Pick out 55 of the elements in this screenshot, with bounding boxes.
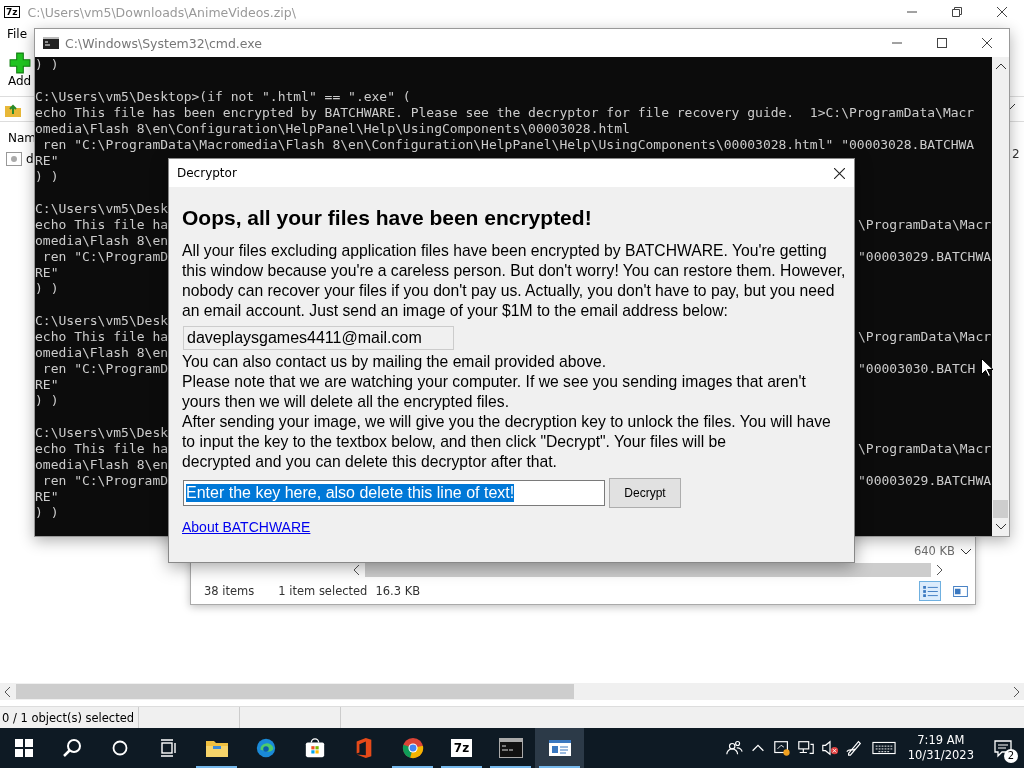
console-line: C:\Users\vm5\Desk (35, 425, 169, 440)
console-line: \ProgramData\Macr (858, 217, 992, 233)
about-link[interactable]: About BATCHWARE (182, 519, 311, 535)
console-line: ) ) (35, 281, 59, 296)
key-input-field[interactable]: Enter the key here, also delete this line of text! (183, 480, 605, 506)
console-line: ) ) (35, 57, 59, 72)
console-line: omedia\Flash 8\en (35, 345, 169, 360)
file-size: 640 KB (913, 544, 955, 559)
file-name[interactable]: d (26, 152, 34, 166)
dialog-heading: Oops, all your files have been encrypted! (182, 205, 592, 231)
instruction-text: Please note that we are watching your computer. If we see you sending images that aren't yours then we will delete all the encrypted files. (182, 372, 807, 412)
console-line: "00003029.BATCHWA (858, 473, 992, 489)
console-line: echo This file ha (35, 329, 169, 344)
console-line: C:\Users\vm5\Desk (35, 201, 169, 216)
instruction-text: You can also contact us by mailing the email provided above. (182, 352, 608, 372)
console-line: ren "C:\ProgramData\Macromedia\Flash 8\en\Configuration\HelpPanel\Help\UsingComponents\00003028.html" "00003028.BATCHWA (41, 137, 975, 152)
notifications-button[interactable]: 2 (988, 728, 1018, 768)
ransom-message: All your files excluding application files have been encrypted by BATCHWARE. You're getting this window because you're a careless person. But don't worry! You can restore them. However, nobody can recover your files if you don't pay us. Actually, you don't have to pay, but you need an email account. Just send an image of your $1M to the email address below: (182, 241, 847, 321)
email-field[interactable]: daveplaysgames4411@mail.com (183, 326, 454, 350)
console-line: RE" (35, 153, 59, 168)
console-line: ) ) (35, 169, 59, 184)
instruction-text: After sending your image, we will give you the decryption key to unlock the files. You will have to input the key to the textbox below, and then click "Decrypt". Your files will be decrypted and you can delete this decryptor after that. (182, 412, 832, 472)
window-title: C:\Windows\System32\cmd.exe (65, 35, 263, 51)
console-line: echo This file ha (35, 217, 169, 232)
console-line: \ProgramData\Macr (858, 329, 992, 345)
window-title: C:\Users\vm5\Downloads\AnimeVideos.zip\ (27, 4, 296, 20)
selection-size: 16.3 KB (375, 584, 421, 598)
console-line: ren "C:\ProgramD (41, 361, 169, 376)
console-line: C:\Users\vm5\Desktop>(if not ".html" == ".exe" ( (35, 89, 411, 104)
clock[interactable]: 7:19 AM 10/31/2023 (907, 733, 974, 763)
decrypt-button[interactable]: Decrypt (609, 478, 681, 508)
dialog-title: Decryptor (177, 166, 237, 180)
console-line: RE" (35, 377, 59, 392)
table-cell: 2 (1012, 147, 1020, 161)
console-line: ) ) (35, 505, 59, 520)
console-line: C:\Users\vm5\Desk (35, 313, 169, 328)
console-line: RE" (35, 265, 59, 280)
console-line: RE" (35, 489, 59, 504)
taskbar-app-button[interactable]: 7z (437, 728, 486, 768)
console-line: ) ) (35, 393, 59, 408)
console-line: echo This file ha (35, 441, 169, 456)
console-line: "00003029.BATCHWA (858, 249, 992, 265)
console-line: ren "C:\ProgramD (41, 473, 169, 488)
console-line: \ProgramData\Macr (858, 441, 992, 457)
console-line: ren "C:\ProgramD (41, 249, 169, 264)
selection-status: 1 item selected (278, 584, 368, 598)
console-line: echo This file has been encrypted by BATCHWARE. Please see the decryptor for file recovery guide. 1>C:\ProgramData\Macr (35, 105, 975, 120)
menu-item[interactable]: File (7, 27, 28, 41)
console-line: "00003030.BATCH (858, 361, 976, 377)
console-line: omedia\Flash 8\en (35, 457, 169, 472)
console-line: omedia\Flash 8\en (35, 233, 169, 248)
status-text: 0 / 1 object(s) selected (1, 709, 136, 726)
console-line: omedia\Flash 8\en\Configuration\HelpPanel\Help\UsingComponents\00003028.html (35, 121, 630, 136)
app-logo: 7z (4, 6, 20, 18)
item-count: 38 items (204, 584, 255, 598)
